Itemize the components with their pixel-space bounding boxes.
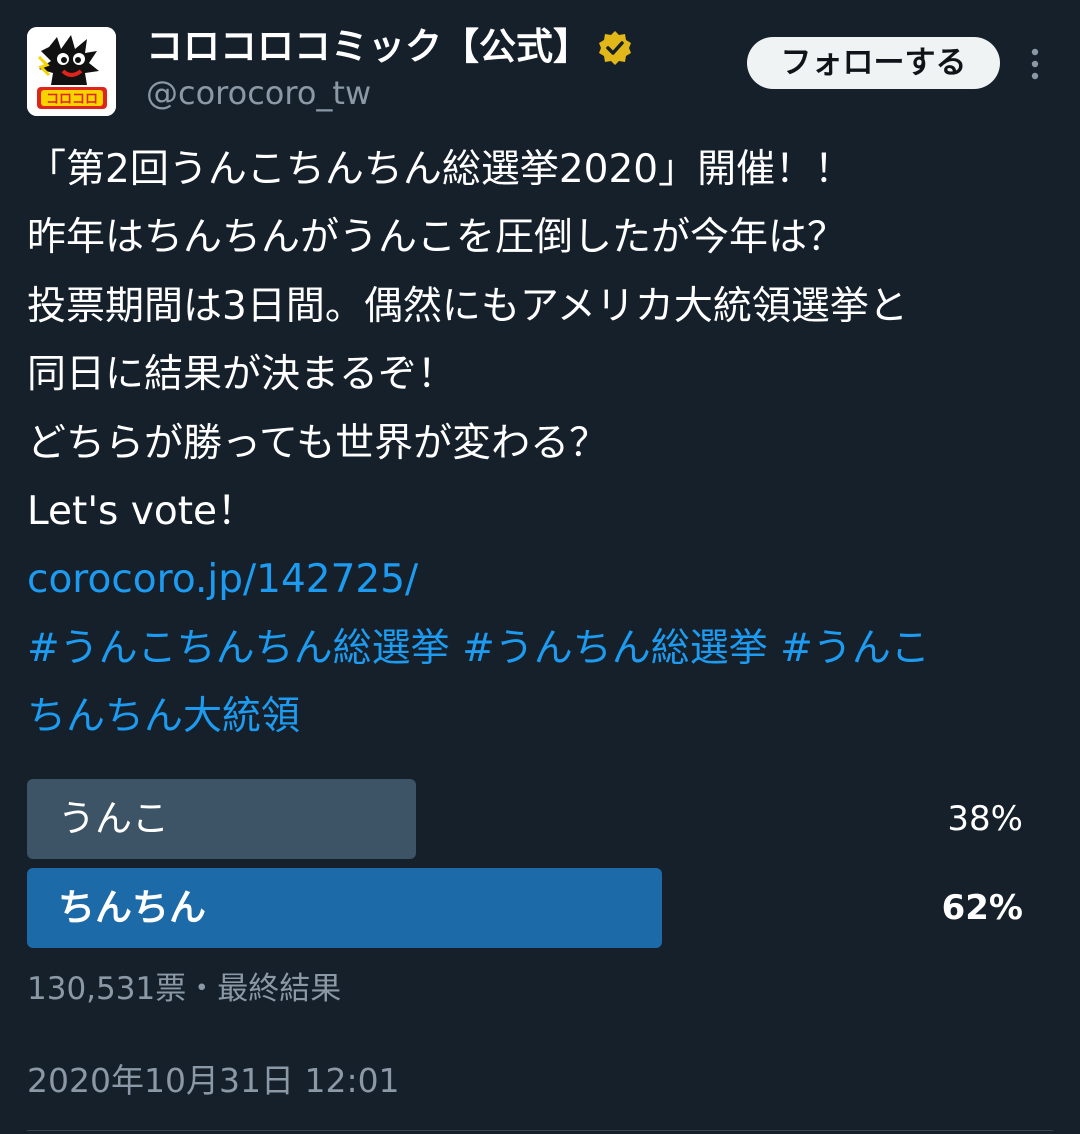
account-avatar[interactable]: コロコロ bbox=[27, 27, 116, 116]
tweet-line: Let's vote！ bbox=[27, 488, 256, 534]
poll-option-chinchin: ちんちん 62% bbox=[27, 868, 1027, 948]
poll-option-unko: うんこ 38% bbox=[27, 779, 1027, 859]
tweet-line: 投票期間は3日間。偶然にもアメリカ大統領選挙と bbox=[27, 283, 908, 329]
account-handle[interactable]: @corocoro_tw bbox=[146, 72, 371, 114]
tweet-timestamp[interactable]: 2020年10月31日 12:01 bbox=[27, 1058, 400, 1104]
tweet-link[interactable]: corocoro.jp/142725/ bbox=[27, 546, 1057, 614]
poll-option-percent: 62% bbox=[941, 888, 1023, 928]
corocoro-logo: コロコロ bbox=[27, 27, 116, 116]
poll-option-percent: 38% bbox=[947, 799, 1023, 839]
svg-text:コロコロ: コロコロ bbox=[46, 92, 98, 107]
poll-option-label: うんこ bbox=[58, 797, 169, 840]
tweet-text: 「第2回うんこちんちん総選挙2020」開催！！ 昨年はちんちんがうんこを圧倒した… bbox=[27, 136, 1057, 752]
poll-summary: 130,531票・最終結果 bbox=[27, 971, 342, 1007]
follow-button[interactable]: フォローする bbox=[747, 37, 1000, 89]
divider bbox=[27, 1130, 1053, 1131]
tweet-line: どちらが勝っても世界が変わる？ bbox=[27, 420, 609, 466]
poll-option-label: ちんちん bbox=[58, 886, 206, 929]
tweet-line: 昨年はちんちんがうんこを圧倒したが今年は？ bbox=[27, 215, 847, 261]
verified-badge-icon bbox=[599, 31, 631, 65]
tweet-line: 同日に結果が決まるぞ！ bbox=[27, 352, 457, 398]
hashtag-line[interactable]: #うんこちんちん総選挙 #うんちん総選挙 #うんこ bbox=[27, 615, 1057, 683]
hashtag-line[interactable]: ちんちん大統領 bbox=[27, 683, 1057, 751]
tweet-line: 「第2回うんこちんちん総選挙2020」開催！！ bbox=[27, 147, 854, 192]
more-options-icon[interactable] bbox=[1024, 44, 1046, 84]
display-name[interactable]: コロコロコミック【公式】 bbox=[146, 24, 590, 70]
